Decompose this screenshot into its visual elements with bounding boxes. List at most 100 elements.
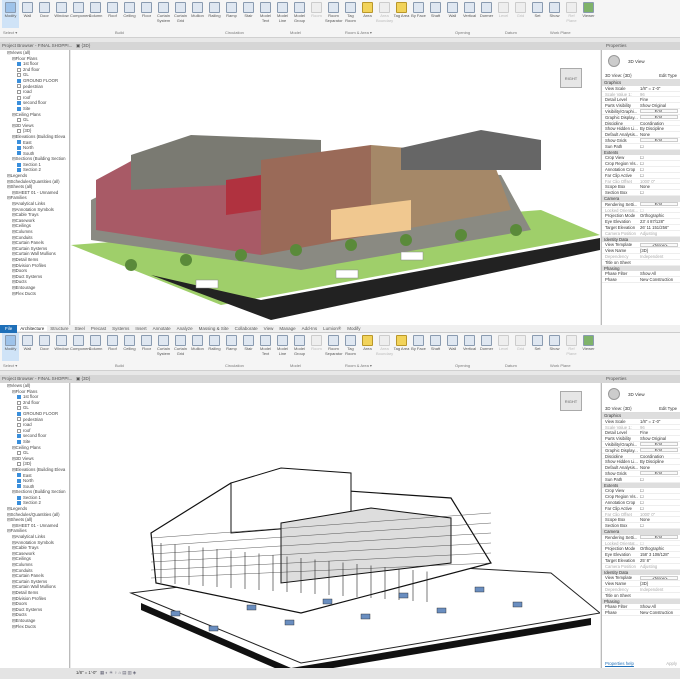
- property-value[interactable]: ☐: [638, 173, 680, 178]
- set-button[interactable]: Set: [529, 333, 546, 352]
- property-value[interactable]: Fine: [638, 430, 680, 435]
- tag-area-button[interactable]: Tag Area: [393, 0, 410, 19]
- tab-structure[interactable]: Structure: [47, 326, 71, 331]
- tab-view[interactable]: View: [261, 326, 277, 331]
- view-tab-3d[interactable]: ▣ {3D}: [76, 43, 90, 49]
- tab-insert[interactable]: Insert: [132, 326, 149, 331]
- property-value[interactable]: ☐: [638, 477, 680, 482]
- property-value[interactable]: ☐: [638, 488, 680, 493]
- model-text-button[interactable]: Model Text: [257, 0, 274, 23]
- curtain-system-button[interactable]: Curtain System: [155, 0, 172, 23]
- roof-button[interactable]: Roof: [104, 333, 121, 352]
- tag-area-button[interactable]: Tag Area: [393, 333, 410, 352]
- property-value[interactable]: Edit...: [640, 535, 678, 540]
- property-value[interactable]: 26' 11 151/256": [638, 225, 680, 230]
- edit-type-button[interactable]: Edit Type: [659, 406, 677, 411]
- tab-modify[interactable]: Modify: [344, 326, 363, 331]
- model-line-button[interactable]: Model Line: [274, 0, 291, 23]
- window-button[interactable]: Window: [53, 333, 70, 352]
- browser-item-flex-ducts[interactable]: ⊟ Flex Ducts: [0, 291, 69, 297]
- property-value[interactable]: Edit...: [640, 202, 678, 207]
- group-room-area[interactable]: Room & Area ▾: [345, 30, 372, 35]
- model-line-button[interactable]: Model Line: [274, 333, 291, 356]
- property-value[interactable]: <None>: [640, 242, 678, 247]
- 3d-view-canvas[interactable]: RIGHT: [71, 383, 600, 675]
- wall-button[interactable]: Wall: [19, 333, 36, 352]
- property-value[interactable]: None: [638, 184, 680, 189]
- type-selector[interactable]: 3D View: [602, 50, 680, 72]
- property-value[interactable]: New Construction: [638, 610, 680, 615]
- project-browser[interactable]: ⊟ Views (all) ⊟ Floor Plans 1st floor 2nd f…: [0, 50, 70, 325]
- dormer-button[interactable]: Dormer: [478, 0, 495, 19]
- group-select[interactable]: Select ▾: [3, 30, 17, 35]
- property-value[interactable]: Orthographic: [638, 546, 680, 551]
- browser-item-flex-ducts[interactable]: ⊟ Flex Ducts: [0, 624, 69, 630]
- model-text-button[interactable]: Model Text: [257, 333, 274, 356]
- property-value[interactable]: {3D}: [638, 581, 680, 586]
- group-room-area[interactable]: Room & Area ▾: [345, 363, 372, 368]
- property-value[interactable]: 23' 4 87/128": [638, 219, 680, 224]
- property-value[interactable]: 158' 3 108/128": [638, 552, 680, 557]
- selector-value[interactable]: 3D View: {3D}: [605, 73, 632, 78]
- property-value[interactable]: By Discipline: [638, 126, 680, 131]
- property-value[interactable]: Show Original: [638, 103, 680, 108]
- tab-analyze[interactable]: Analyze: [174, 326, 196, 331]
- tab-systems[interactable]: Systems: [109, 326, 132, 331]
- curtain-grid-button[interactable]: Curtain Grid: [172, 333, 189, 356]
- tab-file[interactable]: File: [0, 325, 18, 333]
- type-selector[interactable]: 3D View: [602, 383, 680, 405]
- property-value[interactable]: None: [638, 465, 680, 470]
- apply-button[interactable]: Apply: [666, 661, 677, 666]
- property-value[interactable]: ☐: [638, 167, 680, 172]
- model-group-button[interactable]: Model Group: [291, 0, 308, 23]
- tag-room-button[interactable]: Tag Room: [342, 333, 359, 356]
- component-button[interactable]: Component: [70, 333, 91, 352]
- column-button[interactable]: Column: [87, 0, 104, 19]
- property-value[interactable]: [638, 593, 680, 598]
- column-button[interactable]: Column: [87, 333, 104, 352]
- building-3d-model[interactable]: [71, 413, 600, 679]
- modify-button[interactable]: Modify: [2, 0, 19, 28]
- wall-button[interactable]: Wall: [19, 0, 36, 19]
- vertical-button[interactable]: Vertical: [461, 333, 478, 352]
- ramp-button[interactable]: Ramp: [223, 0, 240, 19]
- property-value[interactable]: ☐: [638, 500, 680, 505]
- door-button[interactable]: Door: [36, 0, 53, 19]
- dormer-button[interactable]: Dormer: [478, 333, 495, 352]
- tab-add-ins[interactable]: Add-Ins: [299, 326, 321, 331]
- view-control-icons[interactable]: ▦ ◐ ☀ ♀ ⌂ ▤ ▥ ◈: [100, 670, 136, 676]
- area-button[interactable]: Area: [359, 0, 376, 19]
- area-button[interactable]: Area: [359, 333, 376, 352]
- property-value[interactable]: Show All: [638, 271, 680, 276]
- properties-help-link[interactable]: Properties help: [605, 661, 634, 666]
- railing-button[interactable]: Railing: [206, 333, 223, 352]
- property-value[interactable]: ☐: [638, 523, 680, 528]
- instance-selector[interactable]: 3D View: {3D} Edit Type: [602, 405, 680, 413]
- property-value[interactable]: Coordination: [638, 454, 680, 459]
- viewcube[interactable]: RIGHT: [560, 68, 582, 88]
- property-value[interactable]: Edit...: [640, 115, 678, 120]
- property-value[interactable]: Fine: [638, 97, 680, 102]
- property-value[interactable]: Show Original: [638, 436, 680, 441]
- by-face-button[interactable]: By Face: [410, 0, 427, 19]
- property-value[interactable]: 1/8" = 1'-0": [638, 419, 680, 424]
- property-value[interactable]: 1/8" = 1'-0": [638, 86, 680, 91]
- property-phase[interactable]: Phase New Construction: [602, 610, 680, 616]
- tab-collaborate[interactable]: Collaborate: [232, 326, 261, 331]
- edit-type-button[interactable]: Edit Type: [659, 73, 677, 78]
- by-face-button[interactable]: By Face: [410, 333, 427, 352]
- property-value[interactable]: Coordination: [638, 121, 680, 126]
- property-value[interactable]: Show All: [638, 604, 680, 609]
- wall-button[interactable]: Wall: [444, 333, 461, 352]
- property-value[interactable]: By Discipline: [638, 459, 680, 464]
- property-value[interactable]: ☐: [638, 506, 680, 511]
- component-button[interactable]: Component: [70, 0, 91, 19]
- tab-manage[interactable]: Manage: [276, 326, 298, 331]
- set-button[interactable]: Set: [529, 0, 546, 19]
- property-value[interactable]: 25' 8": [638, 558, 680, 563]
- tab-massing-site[interactable]: Massing & Site: [196, 326, 232, 331]
- building-3d-model[interactable]: [71, 60, 600, 325]
- property-value[interactable]: None: [638, 517, 680, 522]
- roof-button[interactable]: Roof: [104, 0, 121, 19]
- curtain-grid-button[interactable]: Curtain Grid: [172, 0, 189, 23]
